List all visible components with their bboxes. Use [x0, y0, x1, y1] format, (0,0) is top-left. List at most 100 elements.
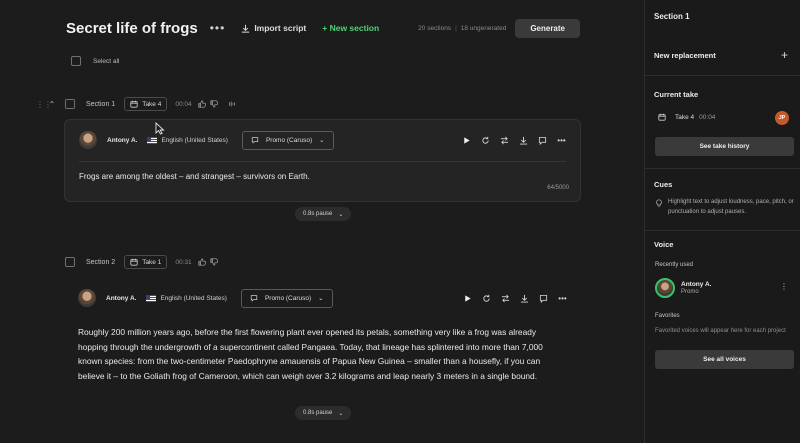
- new-replacement-label[interactable]: New replacement: [654, 51, 716, 60]
- cues-heading: Cues: [654, 180, 673, 189]
- language-label[interactable]: English (United States): [160, 295, 226, 302]
- voice-style-label: Promo (Caruso): [264, 294, 312, 302]
- chat-bubble-icon: [250, 295, 258, 302]
- regenerate-icon[interactable]: [482, 294, 491, 303]
- download-icon: [242, 24, 250, 33]
- swap-icon[interactable]: [501, 294, 510, 303]
- ungenerated-count: 18 ungenerated: [460, 24, 507, 32]
- avatar: [79, 131, 97, 149]
- recently-used-label: Recently used: [655, 262, 694, 268]
- cues-hint: Highlight text to adjust loudness, pace,…: [655, 198, 798, 217]
- recent-voice-name: Antony A.: [681, 281, 712, 288]
- section-1-card[interactable]: Antony A. English (United States) Promo …: [64, 119, 581, 202]
- section-2-voice-row: Antony A. English (United States) Promo …: [78, 288, 567, 308]
- see-all-voices-button[interactable]: See all voices: [655, 350, 794, 369]
- download-icon[interactable]: [520, 294, 529, 303]
- pause-label: 0.8s pause: [303, 410, 333, 416]
- current-take-label: Take 4: [675, 113, 695, 121]
- comment-icon[interactable]: [538, 136, 547, 145]
- voice-heading: Voice: [654, 240, 674, 249]
- section-1-row: ⋮⋮ ⌃ Section 1 Take 4 00:04: [36, 97, 236, 111]
- calendar-icon: [658, 113, 666, 121]
- section-1-name: Section 1: [86, 100, 116, 108]
- character-count: 64/5000: [547, 185, 569, 191]
- more-options-icon[interactable]: •••: [210, 22, 226, 34]
- project-title[interactable]: Secret life of frogs: [66, 20, 198, 37]
- import-script-button[interactable]: Import script: [241, 23, 306, 33]
- chat-bubble-icon: [251, 137, 259, 144]
- recent-voice-item[interactable]: Antony A. Promo: [655, 278, 711, 298]
- user-avatar-badge: JP: [775, 111, 789, 125]
- swap-icon[interactable]: [500, 136, 509, 145]
- voice-name[interactable]: Antony A.: [106, 295, 136, 302]
- mouse-cursor-icon: [155, 122, 165, 135]
- section-1-voice-row: Antony A. English (United States) Promo …: [79, 130, 566, 150]
- section-2-actions: •••: [463, 294, 567, 303]
- section-1-take: Take 4: [142, 100, 162, 108]
- new-section-button[interactable]: + New section: [322, 23, 379, 33]
- thumbs-down-icon[interactable]: [210, 100, 218, 108]
- section-2-name: Section 2: [86, 258, 116, 266]
- sections-count: 20 sections: [418, 24, 452, 32]
- recent-voice-style: Promo: [681, 289, 699, 295]
- voice-style-dropdown[interactable]: Promo (Caruso) ⌄: [241, 130, 334, 150]
- section-1-pause-dropdown[interactable]: 0.8s pause ⌄: [295, 207, 352, 221]
- section-stats: 20 sections | 18 ungenerated: [418, 24, 507, 32]
- language-label[interactable]: English (United States): [161, 137, 227, 144]
- collapse-chevron-icon[interactable]: ⌃: [45, 100, 59, 109]
- section-2-card[interactable]: Antony A. English (United States) Promo …: [64, 278, 581, 398]
- current-take-heading: Current take: [654, 90, 699, 99]
- chevron-down-icon: ⌄: [319, 137, 325, 144]
- add-icon[interactable]: +: [781, 49, 788, 61]
- avatar: [78, 289, 96, 307]
- pause-label: 0.8s pause: [303, 211, 333, 217]
- play-icon[interactable]: [463, 294, 472, 303]
- regenerate-icon[interactable]: [481, 136, 490, 145]
- section-2-pause-dropdown[interactable]: 0.8s pause ⌄: [295, 406, 352, 420]
- more-options-icon[interactable]: •••: [558, 294, 567, 303]
- us-flag-icon: [146, 294, 157, 302]
- see-take-history-button[interactable]: See take history: [655, 137, 794, 156]
- section-1-actions: •••: [462, 136, 566, 145]
- generate-button[interactable]: Generate: [515, 18, 580, 38]
- favorites-hint: Favorited voices will appear here for ea…: [655, 328, 786, 334]
- calendar-icon: [130, 100, 138, 108]
- section-1-checkbox[interactable]: [65, 99, 75, 109]
- section-1-text[interactable]: Frogs are among the oldest – and strange…: [79, 172, 310, 181]
- comment-icon[interactable]: [539, 294, 548, 303]
- current-take-time: 00:04: [699, 113, 716, 121]
- voice-style-label: Promo (Caruso): [265, 136, 313, 144]
- chevron-down-icon: ⌄: [338, 211, 344, 218]
- thumbs-up-icon[interactable]: [198, 100, 206, 108]
- section-2-text[interactable]: Roughly 200 million years ago, before th…: [78, 325, 568, 383]
- drag-handle-icon[interactable]: ⋮⋮: [36, 100, 52, 109]
- section-2-take: Take 1: [142, 258, 162, 266]
- thumbs-down-icon[interactable]: [210, 258, 218, 266]
- section-2-row: Section 2 Take 1 00:31: [36, 255, 218, 269]
- chevron-down-icon: ⌄: [318, 295, 324, 302]
- divider: [79, 161, 566, 162]
- lightbulb-icon: [656, 199, 662, 207]
- chevron-down-icon: ⌄: [338, 410, 344, 417]
- section-1-time: 00:04: [175, 100, 192, 108]
- section-2-checkbox[interactable]: [65, 257, 75, 267]
- voice-name[interactable]: Antony A.: [107, 137, 137, 144]
- current-take-row: Take 4 00:04: [658, 113, 715, 121]
- select-all-row[interactable]: Select all: [71, 56, 119, 66]
- thumbs-up-icon[interactable]: [198, 258, 206, 266]
- editor-panel: Secret life of frogs ••• Import script +…: [0, 0, 644, 443]
- waveform-icon[interactable]: [228, 100, 236, 108]
- us-flag-icon: [147, 136, 158, 144]
- voice-style-dropdown[interactable]: Promo (Caruso) ⌄: [240, 288, 333, 308]
- download-icon[interactable]: [519, 136, 528, 145]
- section-2-take-selector[interactable]: Take 1: [124, 255, 168, 269]
- play-icon[interactable]: [462, 136, 471, 145]
- section-1-take-selector[interactable]: Take 4: [124, 97, 168, 111]
- sidebar-title: Section 1: [654, 12, 690, 21]
- more-options-icon[interactable]: •••: [557, 136, 566, 145]
- cues-text: Highlight text to adjust loudness, pace,…: [668, 199, 794, 215]
- vertical-more-icon[interactable]: ⋮: [780, 283, 788, 291]
- section-settings-sidebar: Section 1 New replacement + Current take…: [644, 0, 800, 443]
- select-all-checkbox[interactable]: [71, 56, 81, 66]
- favorites-label: Favorites: [655, 313, 680, 319]
